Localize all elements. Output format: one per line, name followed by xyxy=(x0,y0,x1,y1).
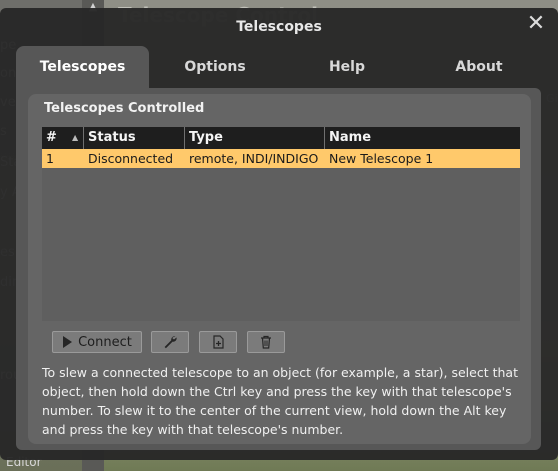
tab-telescopes[interactable]: Telescopes xyxy=(16,46,149,88)
table-row[interactable]: 1 Disconnected remote, INDI/INDIGO New T… xyxy=(42,149,520,168)
table-header: # ▲ Status Type Name xyxy=(42,127,520,149)
column-header-status[interactable]: Status xyxy=(84,127,185,149)
telescopes-dialog: Telescopes ✕ Telescopes Options Help Abo… xyxy=(0,8,558,460)
add-telescope-button[interactable] xyxy=(199,331,237,353)
trash-icon xyxy=(261,335,271,349)
cell-type: remote, INDI/INDIGO xyxy=(189,151,319,166)
column-header-type[interactable]: Type xyxy=(185,127,325,149)
wrench-icon xyxy=(164,336,177,349)
cell-name: New Telescope 1 xyxy=(329,151,434,166)
dialog-title: Telescopes xyxy=(236,19,322,35)
connect-label: Connect xyxy=(78,334,132,350)
tab-bar: Telescopes Options Help About xyxy=(0,46,558,88)
tab-help[interactable]: Help xyxy=(281,46,413,88)
section-title: Telescopes Controlled xyxy=(44,101,205,116)
telescopes-table: # ▲ Status Type Name 1 Disconnected remo… xyxy=(42,127,520,321)
delete-telescope-button[interactable] xyxy=(247,331,285,353)
tab-options[interactable]: Options xyxy=(149,46,281,88)
column-header-name[interactable]: Name xyxy=(325,127,520,149)
connect-button[interactable]: Connect xyxy=(52,331,142,353)
add-document-icon xyxy=(213,335,224,349)
help-text: To slew a connected telescope to an obje… xyxy=(42,365,518,437)
column-header-number[interactable]: # ▲ xyxy=(42,127,84,149)
sort-ascending-icon: ▲ xyxy=(72,133,79,142)
cell-status: Disconnected xyxy=(88,151,174,166)
play-icon xyxy=(63,336,73,348)
tab-about[interactable]: About xyxy=(413,46,545,88)
configure-button[interactable] xyxy=(151,331,189,353)
close-icon[interactable]: ✕ xyxy=(526,13,546,35)
cell-number: 1 xyxy=(46,151,54,166)
